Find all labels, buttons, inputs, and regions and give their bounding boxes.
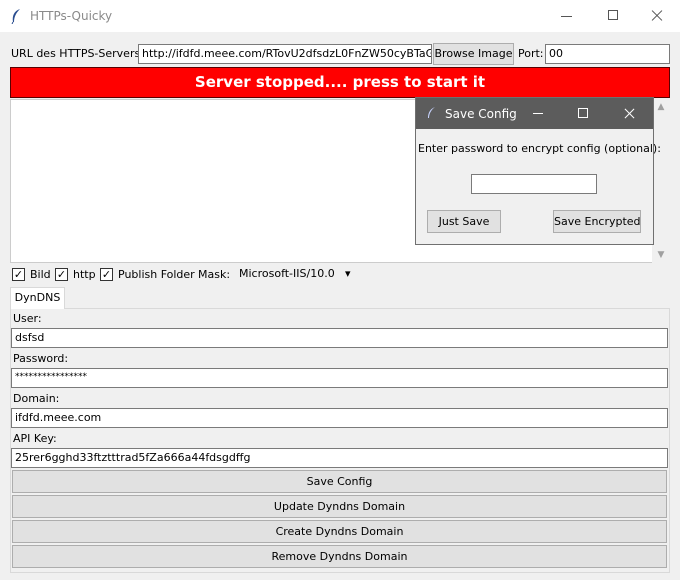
create-dyndns-button[interactable]: Create Dyndns Domain [12,520,667,543]
server-toggle-button[interactable]: Server stopped.... press to start it [10,67,670,98]
mask-select[interactable]: Microsoft-IIS/10.0 ▾ [233,265,358,285]
password-input[interactable]: **************** [11,368,668,388]
port-label: Port: [518,47,544,60]
api-key-label: API Key: [13,432,57,445]
checkmark-icon: ✓ [13,268,24,281]
mask-label: Mask: [198,268,231,281]
checkmark-icon: ✓ [101,268,112,281]
bild-checkbox[interactable]: ✓ [12,268,25,281]
save-encrypted-button[interactable]: Save Encrypted [553,210,641,233]
window-title: HTTPs-Quicky [30,9,113,23]
http-checkbox[interactable]: ✓ [55,268,68,281]
mask-select-value: Microsoft-IIS/10.0 [239,267,335,280]
minimize-button[interactable] [544,0,590,32]
user-input[interactable]: dsfsd [11,328,668,348]
domain-input[interactable]: ifdfd.meee.com [11,408,668,428]
maximize-button[interactable] [590,0,636,32]
close-button[interactable] [634,0,680,32]
save-config-button[interactable]: Save Config [12,470,667,493]
minimize-icon[interactable] [533,113,543,114]
checkmark-icon: ✓ [56,268,67,281]
feather-icon [428,107,435,118]
publish-folder-checkbox[interactable]: ✓ [100,268,113,281]
bild-label: Bild [30,268,51,281]
domain-label: Domain: [13,392,60,405]
dialog-title-bar[interactable]: Save Config [416,98,653,129]
dialog-prompt: Enter password to encrypt config (option… [418,142,661,155]
scroll-up-icon[interactable]: ▲ [652,99,670,115]
maximize-icon[interactable] [578,108,588,118]
feather-icon [11,9,20,24]
publish-folder-label: Publish Folder [118,268,195,281]
just-save-button[interactable]: Just Save [427,210,501,233]
tab-dyndns[interactable]: DynDNS [10,287,65,309]
log-scrollbar[interactable]: ▲ ▼ [652,99,670,263]
scroll-down-icon[interactable]: ▼ [652,247,670,263]
port-input[interactable]: 00 [545,44,670,64]
maximize-icon [608,10,618,20]
update-dyndns-button[interactable]: Update Dyndns Domain [12,495,667,518]
save-config-dialog: Save Config Enter password to encrypt co… [415,97,661,245]
url-input[interactable]: http://ifdfd.meee.com/RTovU2dfsdzL0FnZW5… [138,44,432,64]
api-key-input[interactable]: 25rer6gghd33ftztttrad5fZa666a44fdsgdffg [11,448,668,468]
title-bar: HTTPs-Quicky [0,0,680,32]
minimize-icon [561,16,572,17]
remove-dyndns-button[interactable]: Remove Dyndns Domain [12,545,667,568]
user-label: User: [13,312,42,325]
browse-image-button[interactable]: Browse Image [433,43,514,65]
url-label: URL des HTTPS-Servers: [11,47,144,60]
password-label: Password: [13,352,69,365]
dialog-title: Save Config [445,107,517,121]
caret-down-icon: ▾ [345,267,351,280]
dialog-password-input[interactable] [471,174,597,194]
http-label: http [73,268,96,281]
